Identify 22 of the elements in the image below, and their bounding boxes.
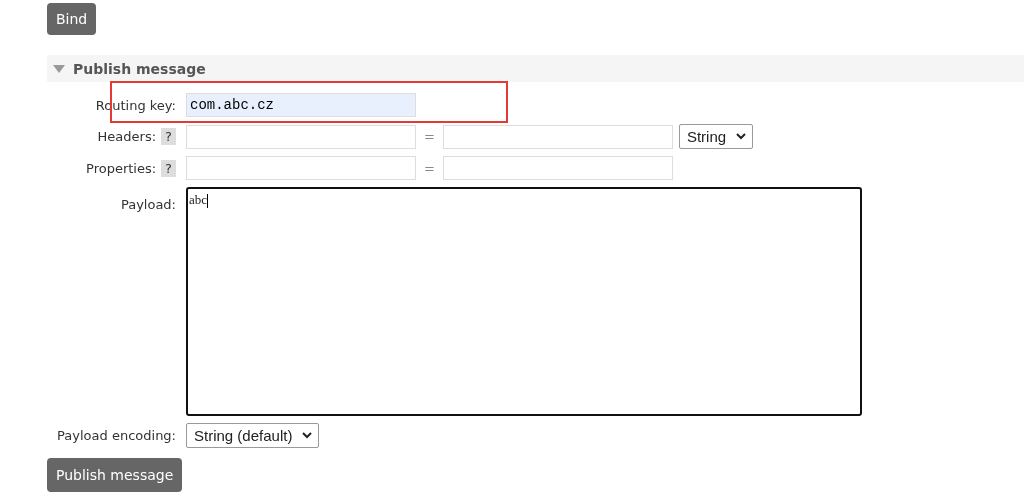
header-key-field[interactable] [186,124,416,149]
routing-key-field[interactable]: com.abc.cz [186,93,416,117]
field-label: Headers: [97,129,157,144]
field-label: Payload: [119,196,176,212]
bind-button[interactable]: Bind [47,3,97,35]
property-value-field[interactable] [442,156,673,180]
field-label: Properties: [86,160,157,176]
section-title: Publish message [73,60,206,77]
equals-sign: = [424,160,435,176]
help-button[interactable]: ? [161,128,176,145]
chevron-icon [736,133,747,140]
help-button[interactable]: ? [161,159,176,177]
section-header[interactable]: Publish message [47,55,1024,82]
chevron-icon [302,432,313,439]
payload-field[interactable]: abc [186,187,862,416]
field-label: Payload encoding: [56,428,176,443]
type-dropdown[interactable]: String [678,124,754,149]
publish-button[interactable]: Publish message [47,458,183,492]
encoding-dropdown[interactable]: String (default) [186,423,320,448]
header-value-field[interactable] [442,124,673,149]
property-key-field[interactable] [186,156,416,180]
equals-sign: = [424,129,435,144]
